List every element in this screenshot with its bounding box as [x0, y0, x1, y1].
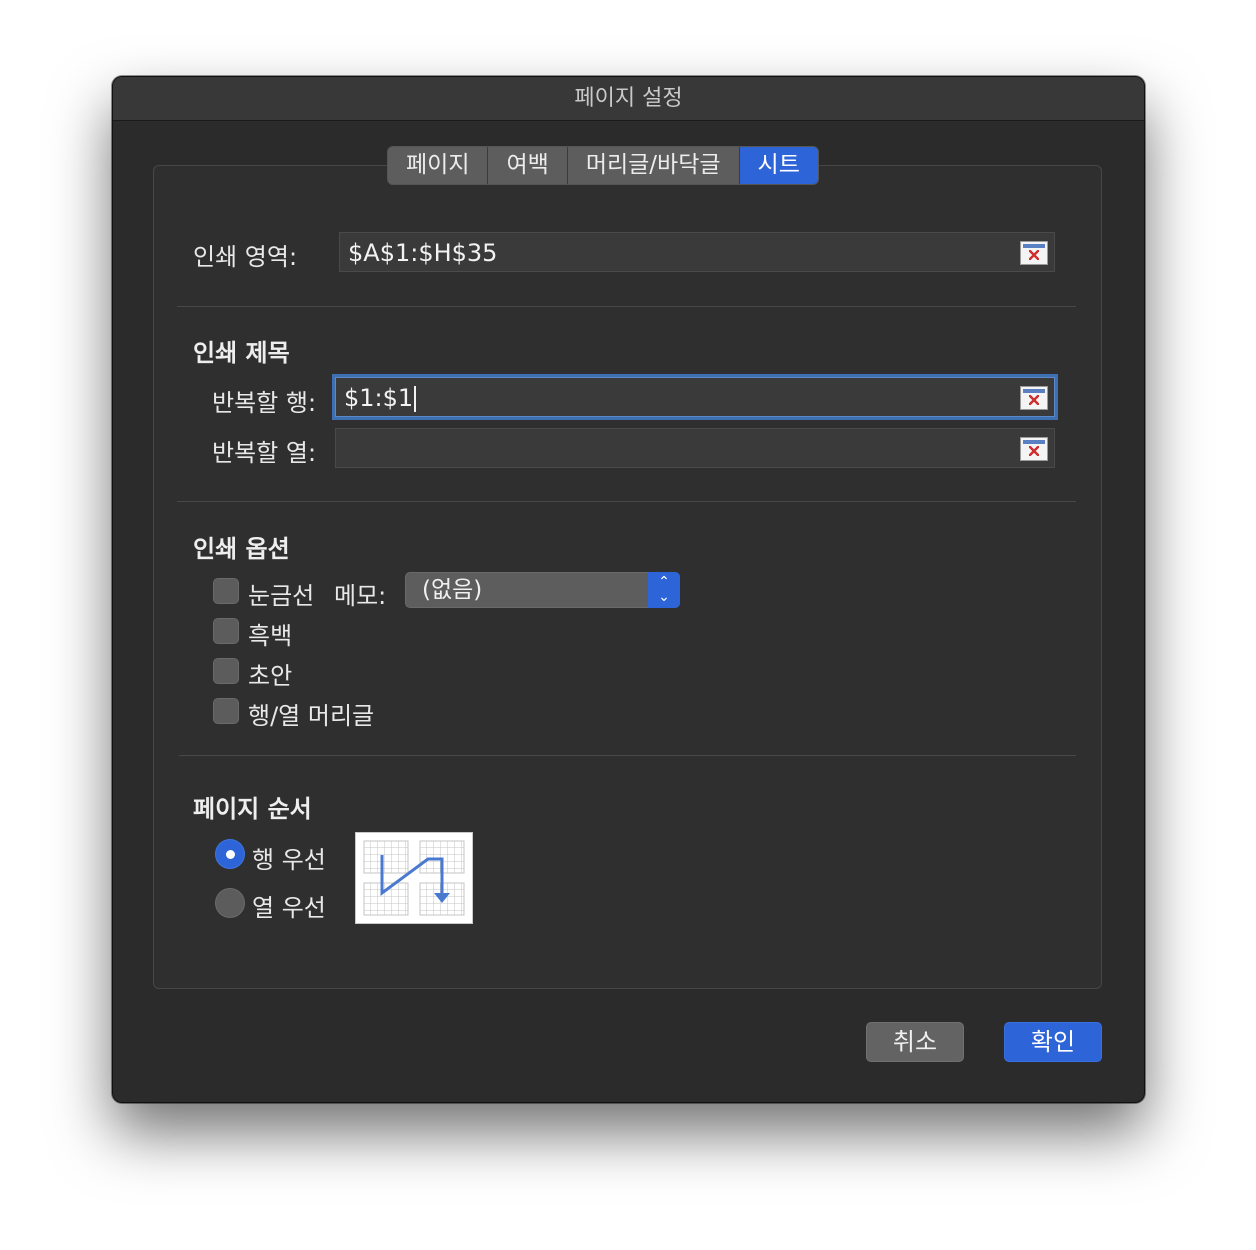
tab-bar: 페이지 여백 머리글/바닥글 시트 — [387, 146, 819, 185]
row-col-headers-label: 행/열 머리글 — [248, 702, 375, 730]
cols-to-repeat-field[interactable] — [335, 428, 1055, 468]
print-area-label: 인쇄 영역: — [193, 243, 298, 271]
cancel-button[interactable]: 취소 — [866, 1022, 964, 1062]
col-first-radio[interactable] — [215, 888, 245, 918]
chevron-up-down-icon: ⌃ ⌄ — [648, 572, 680, 608]
page-setup-dialog: 페이지 설정 페이지 여백 머리글/바닥글 시트 인쇄 영역: $A$1:$H$… — [112, 76, 1145, 1103]
memo-select[interactable]: (없음) ⌃ ⌄ — [405, 572, 680, 608]
divider — [179, 755, 1076, 756]
print-titles-heading: 인쇄 제목 — [193, 339, 290, 367]
gridlines-label: 눈금선 — [248, 582, 315, 610]
tab-header-footer[interactable]: 머리글/바닥글 — [567, 147, 740, 184]
black-white-label: 흑백 — [248, 622, 293, 650]
divider — [177, 306, 1076, 307]
rows-to-repeat-value: $1:$1 — [344, 378, 417, 418]
ok-button[interactable]: 확인 — [1004, 1022, 1102, 1062]
row-first-label: 행 우선 — [252, 846, 326, 874]
range-select-icon[interactable] — [1020, 386, 1048, 410]
text-caret — [414, 386, 417, 412]
draft-label: 초안 — [248, 662, 293, 690]
col-first-label: 열 우선 — [252, 894, 326, 922]
print-area-field[interactable]: $A$1:$H$35 — [339, 232, 1055, 272]
divider — [177, 501, 1076, 502]
rows-to-repeat-label: 반복할 행: — [212, 389, 317, 417]
range-select-icon[interactable] — [1020, 241, 1048, 265]
window-title: 페이지 설정 — [113, 77, 1144, 121]
memo-label: 메모: — [334, 582, 387, 610]
memo-value: (없음) — [422, 577, 483, 603]
page-order-heading: 페이지 순서 — [193, 795, 312, 823]
range-select-icon[interactable] — [1020, 437, 1048, 461]
print-options-heading: 인쇄 옵션 — [193, 535, 290, 563]
gridlines-checkbox[interactable] — [213, 578, 239, 604]
row-first-radio[interactable] — [215, 839, 245, 869]
row-col-headers-checkbox[interactable] — [213, 698, 239, 724]
tab-page[interactable]: 페이지 — [388, 147, 489, 184]
black-white-checkbox[interactable] — [213, 618, 239, 644]
tab-margins[interactable]: 여백 — [488, 147, 568, 184]
cols-to-repeat-label: 반복할 열: — [212, 439, 317, 467]
page-order-preview-icon — [355, 832, 473, 924]
print-area-value: $A$1:$H$35 — [348, 239, 498, 267]
rows-to-repeat-field[interactable]: $1:$1 — [335, 377, 1055, 417]
draft-checkbox[interactable] — [213, 658, 239, 684]
tab-sheet[interactable]: 시트 — [739, 147, 818, 184]
